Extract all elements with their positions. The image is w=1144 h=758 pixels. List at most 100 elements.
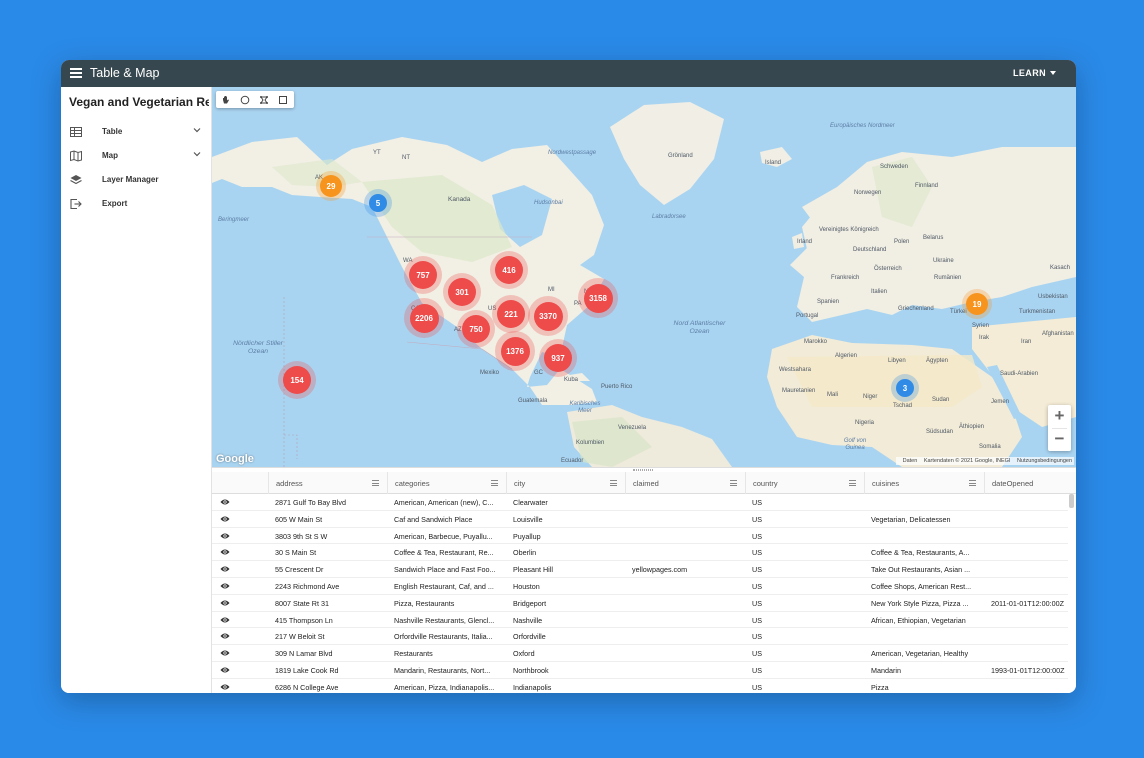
sidebar-item-label: Table	[102, 127, 123, 136]
column-header[interactable]: dateOpened	[984, 472, 1076, 494]
eye-icon[interactable]	[220, 616, 230, 624]
table-row[interactable]: 415 Thompson Ln Nashville Restaurants, Gl…	[212, 612, 1068, 629]
table-cell-claimed	[625, 595, 745, 612]
table-scrollbar[interactable]	[1069, 494, 1074, 693]
map-cluster-marker[interactable]: 5	[364, 189, 392, 217]
map-cluster-marker[interactable]: 154	[278, 361, 316, 399]
column-header[interactable]: cuisines	[864, 472, 984, 494]
visibility-cell	[212, 561, 268, 578]
zoom-out-button[interactable]: −	[1048, 428, 1071, 451]
map-cluster-marker[interactable]: 2206	[404, 298, 444, 338]
table-cell-dateOpened: 2011-01-01T12:00:00Z	[991, 598, 1064, 608]
scrollbar-thumb[interactable]	[1069, 494, 1074, 508]
attribution-terms-link[interactable]: Nutzungsbedingungen	[1017, 458, 1072, 464]
column-header[interactable]: country	[745, 472, 864, 494]
table-cell-claimed	[625, 544, 745, 561]
column-header[interactable]: city	[506, 472, 625, 494]
map-label: Grönland	[668, 153, 693, 159]
table-cell-address: 55 Crescent Dr	[275, 565, 324, 575]
table-row[interactable]: 55 Crescent Dr Sandwich Place and Fast Fo…	[212, 561, 1068, 578]
chevron-down-icon[interactable]	[193, 126, 201, 134]
circle-draw-tool[interactable]	[235, 91, 254, 108]
eye-icon[interactable]	[220, 498, 230, 506]
eye-icon[interactable]	[220, 582, 230, 590]
table-cell-claimed	[625, 511, 745, 528]
eye-icon[interactable]	[220, 683, 230, 691]
table-row[interactable]: 2871 Gulf To Bay Blvd American, American …	[212, 494, 1068, 511]
column-menu-icon[interactable]	[730, 480, 737, 488]
cluster-count: 757	[409, 261, 437, 289]
map-cluster-marker[interactable]: 29	[316, 171, 346, 201]
map-view[interactable]: Europäisches Nordmeer Grönland Island Sc…	[212, 87, 1076, 467]
column-menu-icon[interactable]	[491, 480, 498, 488]
cluster-count: 29	[320, 175, 342, 197]
eye-icon[interactable]	[220, 515, 230, 523]
map-label: Libyen	[888, 358, 906, 364]
column-menu-icon[interactable]	[849, 480, 856, 488]
map-cluster-marker[interactable]: 221	[492, 295, 530, 333]
column-menu-icon[interactable]	[372, 480, 379, 488]
hamburger-menu-icon[interactable]	[70, 68, 82, 78]
map-cluster-marker[interactable]: 757	[404, 256, 442, 294]
map-label: Europäisches Nordmeer	[830, 123, 895, 129]
table-row[interactable]: 309 N Lamar Blvd Restaurants Oxford US Ameri…	[212, 645, 1068, 662]
table-row[interactable]: 3803 9th St S W American, Barbecue, Puyal…	[212, 528, 1068, 545]
table-row[interactable]: 30 S Main St Coffee & Tea, Restaurant, Re…	[212, 544, 1068, 562]
column-menu-icon[interactable]	[610, 480, 617, 488]
map-label: Tschad	[893, 403, 913, 409]
map-cluster-marker[interactable]: 3	[891, 374, 919, 402]
table-cell-categories: Mandarin, Restaurants, Nort...	[394, 665, 491, 675]
eye-icon[interactable]	[220, 649, 230, 657]
sidebar-item-table[interactable]: Table	[61, 121, 212, 143]
map-label: Marokko	[804, 339, 828, 345]
map-cluster-marker[interactable]: 3158	[578, 278, 618, 318]
map-label: Algerien	[835, 353, 858, 359]
map-label: Ukraine	[933, 258, 954, 264]
visibility-cell	[212, 612, 268, 629]
sidebar-item-map[interactable]: Map	[61, 145, 212, 167]
pan-hand-tool[interactable]	[216, 91, 235, 108]
column-menu-icon[interactable]	[969, 480, 976, 488]
table-cell-city: Pleasant Hill	[513, 565, 553, 575]
eye-icon[interactable]	[220, 565, 230, 573]
table-row[interactable]: 605 W Main St Caf and Sandwich Place Louis…	[212, 511, 1068, 528]
map-label: Somalia	[979, 444, 1001, 450]
map-label: Iran	[1021, 339, 1032, 345]
map-cluster-marker[interactable]: 750	[457, 310, 495, 348]
map-cluster-marker[interactable]: 416	[490, 251, 528, 289]
eye-icon[interactable]	[220, 632, 230, 640]
eye-icon[interactable]	[220, 532, 230, 540]
eye-icon[interactable]	[220, 548, 230, 556]
map-cluster-marker[interactable]: 937	[539, 339, 577, 377]
table-cell-cuisines	[864, 528, 984, 545]
cluster-count: 416	[495, 256, 523, 284]
table-row[interactable]: 6286 N College Ave American, Pizza, India…	[212, 679, 1068, 693]
sidebar-item-layer-manager[interactable]: Layer Manager	[61, 169, 212, 191]
map-cluster-marker[interactable]: 3370	[528, 296, 568, 336]
map-label: Labradorsee	[652, 214, 686, 220]
polygon-draw-tool[interactable]	[254, 91, 273, 108]
column-header[interactable]: categories	[387, 472, 506, 494]
table-cell-cuisines: New York Style Pizza, Pizza ...	[871, 598, 969, 608]
table-cell-address: 1819 Lake Cook Rd	[275, 665, 339, 675]
eye-icon[interactable]	[220, 666, 230, 674]
attribution-data[interactable]: Daten	[903, 458, 918, 464]
zoom-in-button[interactable]: +	[1048, 405, 1071, 428]
column-header[interactable]: claimed	[625, 472, 745, 494]
eye-icon[interactable]	[220, 599, 230, 607]
map-label: Nord Atlantischer Ozean	[673, 320, 726, 335]
table-row[interactable]: 8007 State Rt 31 Pizza, Restaurants Bridge…	[212, 595, 1068, 612]
table-row[interactable]: 2243 Richmond Ave English Restaurant, Caf…	[212, 578, 1068, 595]
chevron-down-icon[interactable]	[193, 150, 201, 158]
column-header[interactable]: address	[268, 472, 387, 494]
learn-menu-button[interactable]: LEARN	[1013, 68, 1056, 78]
table-cell-categories: Restaurants	[394, 649, 433, 659]
rectangle-draw-tool[interactable]	[273, 91, 292, 108]
map-cluster-marker[interactable]: 1376	[495, 331, 535, 371]
table-row[interactable]: 217 W Beloit St Orfordville Restaurants, …	[212, 628, 1068, 646]
table-row[interactable]: 1819 Lake Cook Rd Mandarin, Restaurants, …	[212, 662, 1068, 679]
sidebar-item-export[interactable]: Export	[61, 193, 212, 215]
map-cluster-marker[interactable]: 19	[962, 289, 992, 319]
cluster-count: 1376	[500, 336, 530, 366]
map-cluster-marker[interactable]: 301	[443, 273, 481, 311]
